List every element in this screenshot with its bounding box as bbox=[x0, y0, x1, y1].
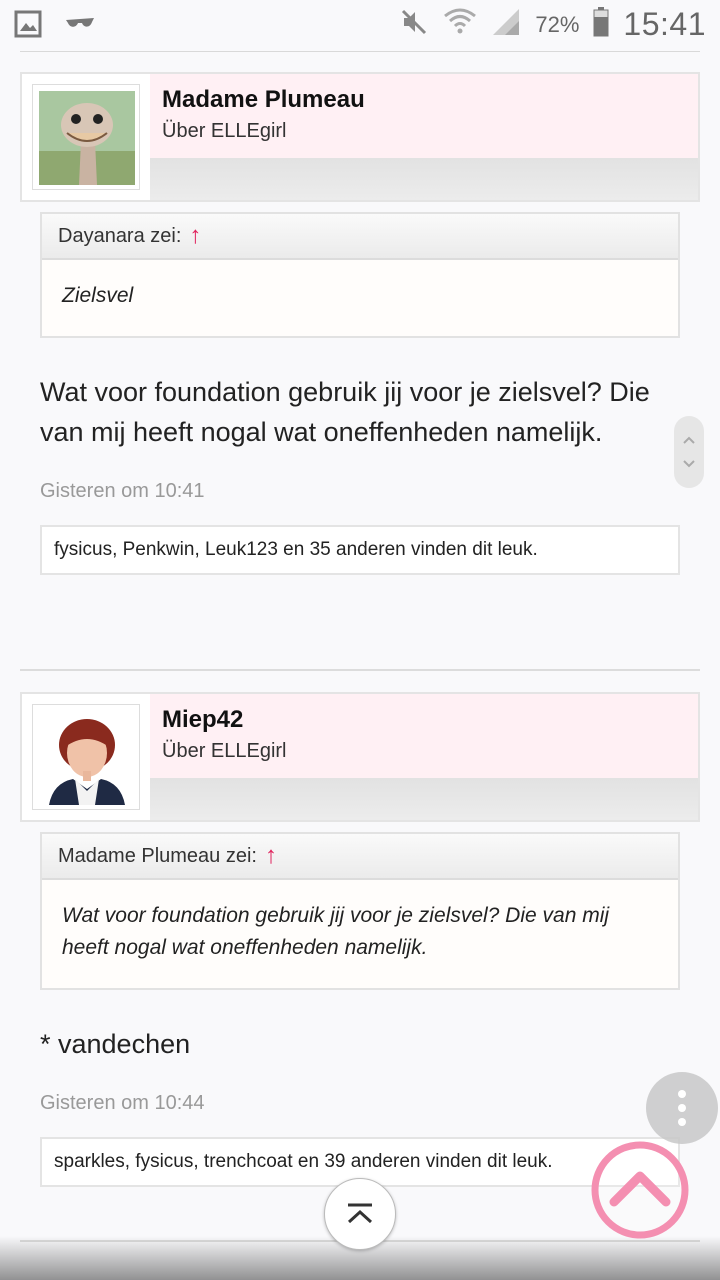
scroll-up-button[interactable] bbox=[590, 1140, 690, 1240]
quote-block: Madame Plumeau zei: ↑ Wat voor foundatio… bbox=[40, 832, 680, 990]
mute-icon bbox=[399, 7, 429, 42]
author-name[interactable]: Madame Plumeau bbox=[162, 86, 365, 114]
gallery-icon bbox=[14, 10, 42, 43]
author-footer-bar bbox=[150, 158, 698, 200]
dot bbox=[678, 1118, 686, 1126]
chevron-up-icon bbox=[682, 428, 696, 452]
quote-header: Madame Plumeau zei: ↑ bbox=[42, 834, 678, 880]
post-header: Madame Plumeau Über ELLEgirl bbox=[20, 72, 700, 202]
likes-summary[interactable]: fysicus, Penkwin, Leuk123 en 35 anderen … bbox=[40, 525, 680, 575]
post-divider bbox=[20, 669, 700, 671]
author-info: Miep42 Über ELLEgirl bbox=[150, 694, 698, 778]
post-timestamp[interactable]: Gisteren om 10:44 bbox=[40, 1092, 680, 1115]
scroll-to-top-button[interactable] bbox=[324, 1178, 396, 1250]
quote-header: Dayanara zei: ↑ bbox=[42, 214, 678, 260]
status-bar: 72% 15:41 bbox=[0, 0, 720, 50]
dot bbox=[678, 1104, 686, 1112]
arrow-up-icon[interactable]: ↑ bbox=[189, 224, 201, 248]
signal-icon bbox=[491, 7, 521, 42]
forum-post: Miep42 Über ELLEgirl Madame Plumeau zei:… bbox=[20, 692, 700, 1187]
more-options-button[interactable] bbox=[646, 1072, 718, 1144]
author-info: Madame Plumeau Über ELLEgirl bbox=[150, 74, 698, 158]
author-subtitle: Über ELLEgirl bbox=[162, 740, 287, 762]
double-chevron-up-icon bbox=[347, 1203, 373, 1224]
top-divider bbox=[20, 51, 700, 52]
battery-percent: 72% bbox=[535, 11, 580, 37]
battery-icon bbox=[593, 7, 609, 42]
author-subtitle: Über ELLEgirl bbox=[162, 120, 287, 142]
quote-author: Madame Plumeau zei: bbox=[58, 844, 257, 867]
quote-author: Dayanara zei: bbox=[58, 224, 182, 247]
chevron-down-icon bbox=[682, 452, 696, 476]
clock: 15:41 bbox=[623, 6, 706, 42]
author-name[interactable]: Miep42 bbox=[162, 706, 243, 734]
post-header: Miep42 Über ELLEgirl bbox=[20, 692, 700, 822]
chevron-up-circle-icon bbox=[591, 1141, 689, 1239]
author-footer-bar bbox=[150, 778, 698, 820]
fast-scroll-handle[interactable] bbox=[674, 416, 704, 488]
post-timestamp[interactable]: Gisteren om 10:41 bbox=[40, 480, 680, 503]
glasses-icon bbox=[64, 14, 96, 39]
quote-text: Wat voor foundation gebruik jij voor je … bbox=[42, 880, 678, 988]
dot bbox=[678, 1090, 686, 1098]
avatar[interactable] bbox=[32, 84, 140, 190]
avatar[interactable] bbox=[32, 704, 140, 810]
wifi-icon bbox=[443, 6, 477, 43]
arrow-up-icon[interactable]: ↑ bbox=[265, 844, 277, 868]
quote-block: Dayanara zei: ↑ Zielsvel bbox=[40, 212, 680, 338]
forum-post: Madame Plumeau Über ELLEgirl Dayanara ze… bbox=[20, 72, 700, 575]
quote-text: Zielsvel bbox=[42, 260, 678, 336]
post-body: * vandechen bbox=[40, 1029, 191, 1059]
post-body: Wat voor foundation gebruik jij voor je … bbox=[40, 377, 650, 447]
